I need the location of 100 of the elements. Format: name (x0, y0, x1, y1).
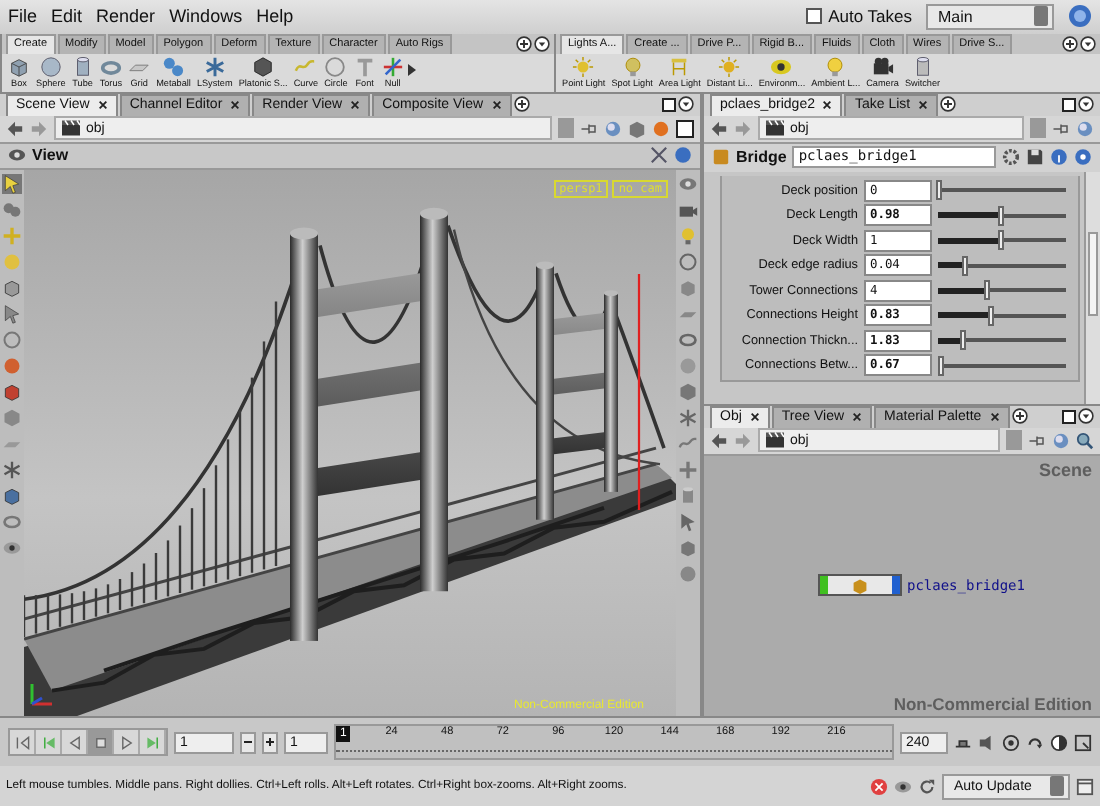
jump-to-start-button[interactable] (10, 730, 36, 755)
box-icon (852, 577, 869, 594)
display-flag[interactable] (820, 576, 829, 595)
decrement-button[interactable] (240, 731, 256, 754)
arrow-icon[interactable] (678, 511, 698, 532)
slider-thumb[interactable] (983, 280, 990, 301)
stop-button[interactable] (88, 730, 114, 755)
close-icon[interactable] (350, 100, 361, 111)
play-button[interactable] (114, 730, 140, 755)
slider-thumb[interactable] (961, 255, 968, 276)
close-icon[interactable] (918, 100, 929, 111)
menu-item[interactable]: Render (96, 6, 156, 27)
back-icon[interactable] (710, 119, 728, 138)
context-label: Scene (1038, 459, 1092, 480)
gear-icon[interactable] (1002, 148, 1020, 167)
snowflake-icon (203, 55, 226, 78)
maximize-icon[interactable] (1062, 97, 1076, 112)
menu-icon[interactable] (1078, 96, 1094, 113)
snap-icon[interactable] (650, 146, 668, 165)
slider-thumb[interactable] (960, 330, 967, 351)
sphere-icon (39, 55, 62, 78)
play-backward-button[interactable] (62, 730, 88, 755)
back-icon[interactable] (6, 119, 24, 138)
help-icon[interactable] (1068, 4, 1092, 29)
slider-thumb[interactable] (988, 305, 995, 326)
menu-icon[interactable] (1078, 408, 1094, 425)
menu-icon[interactable] (1080, 35, 1096, 52)
scroll-right-icon[interactable] (407, 63, 416, 76)
eye-icon[interactable] (894, 777, 912, 795)
auto-takes-checkbox[interactable]: Auto Takes (806, 6, 912, 27)
stop-icon (93, 735, 107, 750)
target-icon[interactable] (1002, 733, 1020, 752)
sound-icon[interactable] (978, 733, 996, 752)
clapperboard-icon (766, 120, 784, 137)
pin-icon[interactable] (580, 119, 598, 138)
bulb-icon[interactable] (678, 225, 698, 246)
clapperboard-icon (766, 432, 784, 449)
error-icon[interactable] (870, 777, 888, 795)
arrow-icon[interactable] (2, 303, 22, 324)
star-icon[interactable] (2, 459, 22, 480)
torus-icon (99, 55, 122, 78)
menu-item[interactable]: Edit (51, 6, 83, 27)
add-tab-icon[interactable] (940, 96, 957, 113)
refresh-icon[interactable] (918, 777, 936, 795)
help-icon[interactable] (1074, 148, 1092, 167)
take-dropdown[interactable]: Main (926, 3, 1054, 30)
menu-item[interactable]: Help (256, 6, 294, 27)
pin-icon[interactable] (1052, 119, 1070, 138)
minus-icon (242, 736, 254, 749)
light-bulb-icon (572, 55, 595, 78)
expand-icon[interactable] (1074, 733, 1092, 752)
ring-icon[interactable] (678, 329, 698, 350)
menu-item[interactable]: File (8, 6, 38, 27)
circle-icon[interactable] (678, 251, 698, 272)
network-node[interactable] (818, 574, 903, 597)
close-icon[interactable] (749, 412, 760, 423)
star-icon[interactable] (678, 407, 698, 428)
plus-icon (264, 736, 276, 749)
skip-back-icon (15, 735, 29, 750)
eye-icon[interactable] (2, 537, 22, 558)
triangle-left-icon (67, 735, 81, 750)
node-type-label: Bridge (736, 148, 787, 167)
info-icon[interactable] (1050, 148, 1068, 167)
close-icon[interactable] (852, 412, 863, 423)
spotlight-icon (621, 55, 644, 78)
add-tab-icon[interactable] (1011, 408, 1028, 425)
increment-button[interactable] (262, 731, 278, 754)
save-icon[interactable] (1026, 148, 1044, 167)
back-icon[interactable] (710, 431, 728, 450)
skip-back-icon (41, 735, 55, 750)
slider-thumb[interactable] (936, 180, 942, 201)
add-tab-icon[interactable] (513, 96, 530, 113)
square-icon[interactable] (676, 119, 694, 138)
text-tool-icon (353, 55, 376, 78)
menu-item[interactable]: Windows (169, 6, 243, 27)
camera-icon (871, 55, 894, 78)
info-icon[interactable] (674, 146, 692, 165)
pin-icon[interactable] (1028, 431, 1046, 450)
loop-arrow-icon[interactable] (1026, 733, 1044, 752)
slider-thumb[interactable] (938, 355, 945, 376)
pointer-icon[interactable] (2, 173, 22, 194)
maximize-icon[interactable] (662, 97, 676, 112)
slider-thumb[interactable] (998, 230, 1005, 251)
window-icon[interactable] (1076, 777, 1094, 795)
close-icon[interactable] (989, 412, 1000, 423)
search-icon[interactable] (1076, 431, 1094, 450)
slider-thumb[interactable] (997, 205, 1004, 226)
half-circle-icon[interactable] (1050, 733, 1068, 752)
close-icon[interactable] (491, 100, 502, 111)
scroll-bar[interactable] (1084, 171, 1100, 404)
add-icon[interactable] (516, 35, 532, 52)
maximize-icon[interactable] (1062, 409, 1076, 424)
add-icon[interactable] (1062, 35, 1078, 52)
close-icon[interactable] (97, 100, 108, 111)
close-icon[interactable] (822, 100, 833, 111)
close-icon[interactable] (230, 100, 241, 111)
checkbox-square[interactable] (806, 8, 823, 25)
menu-icon[interactable] (678, 96, 694, 113)
cylinder-icon (911, 55, 934, 78)
menu-icon[interactable] (534, 35, 550, 52)
